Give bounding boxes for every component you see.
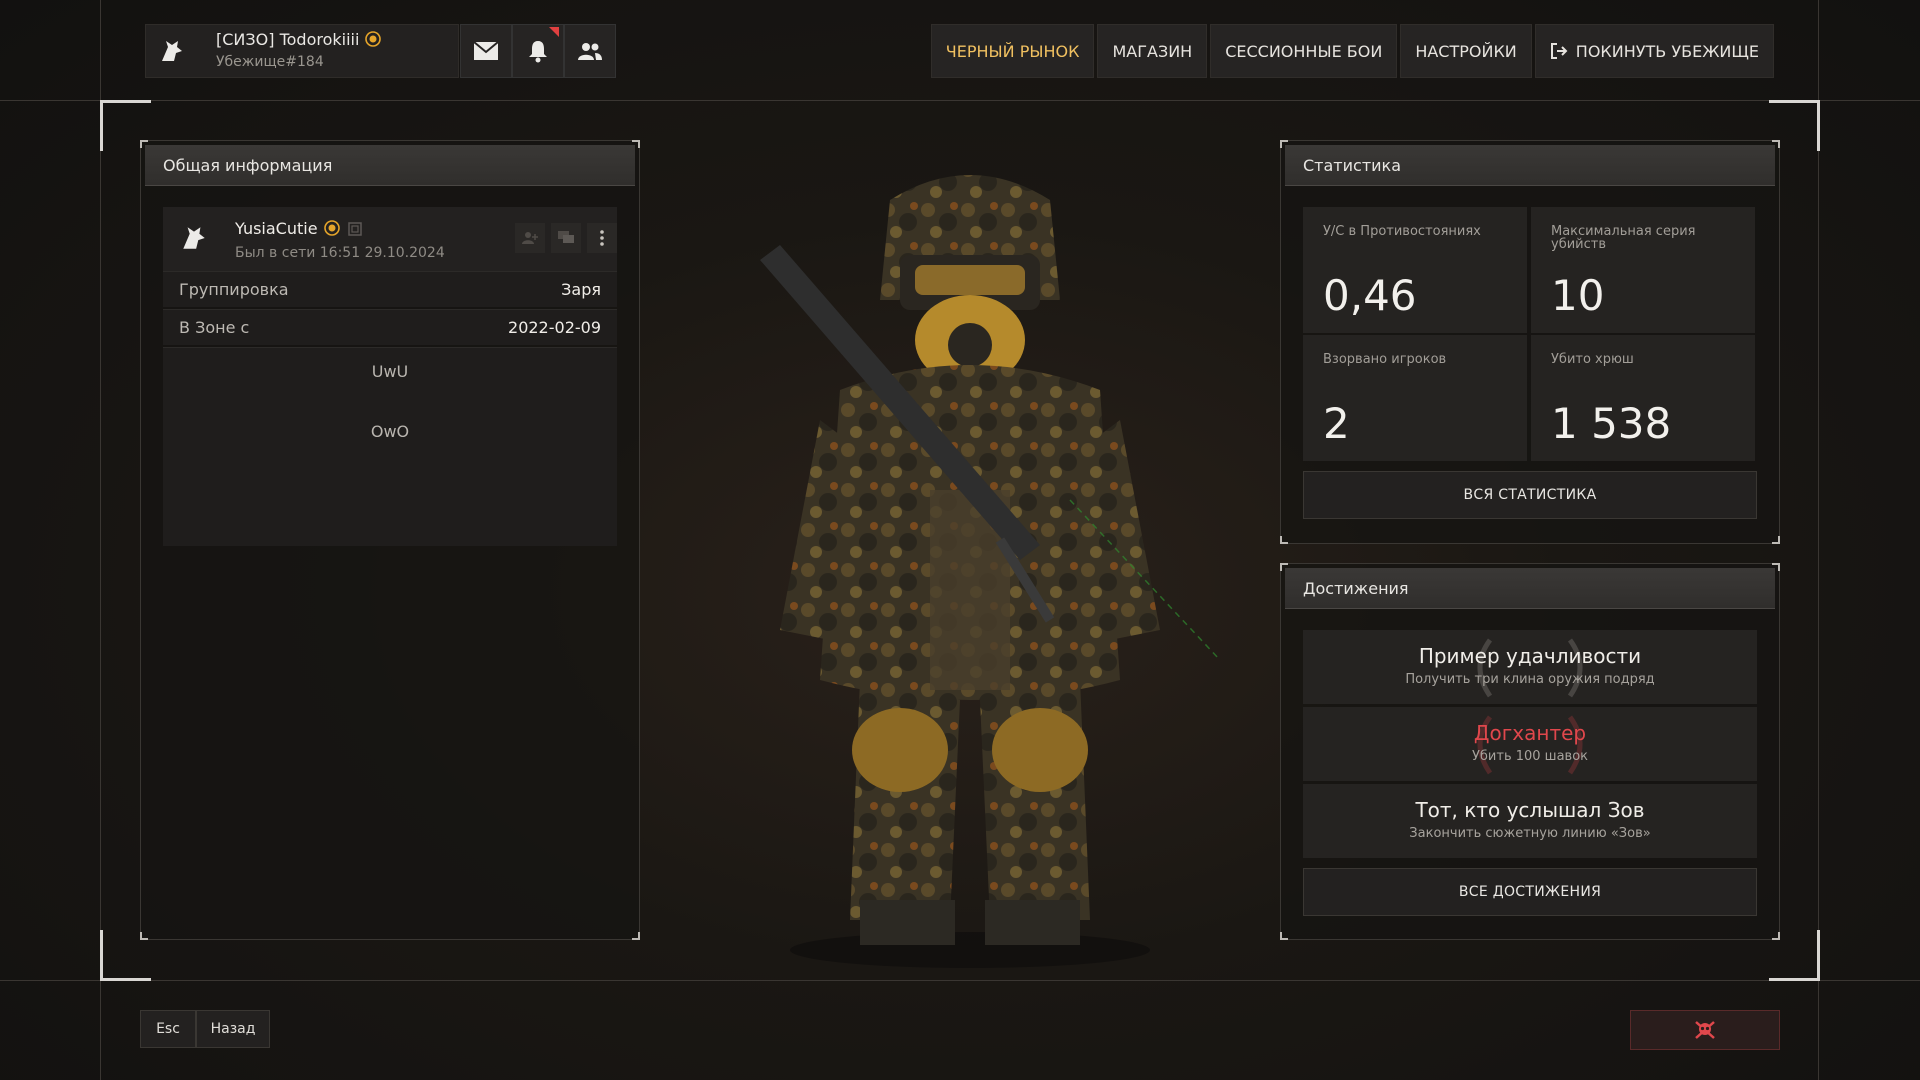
achievement-item[interactable]: Тот, кто услышал Зов Закончить сюжетную … — [1303, 784, 1757, 858]
notifications-button[interactable] — [512, 24, 564, 78]
panel-corner — [1280, 536, 1288, 544]
panel-corner — [140, 140, 148, 148]
notification-badge-icon — [549, 27, 559, 37]
panel-corner — [632, 932, 640, 940]
achievement-item[interactable]: Пример удачливости Получить три клина ор… — [1303, 630, 1757, 704]
info-row-faction: Группировка Заря — [163, 271, 617, 307]
profile-last-seen: Был в сети 16:51 29.10.2024 — [235, 245, 445, 261]
achievement-title: Догхантер — [1473, 721, 1587, 745]
stats-panel: Статистика У/С в Противостояниях 0,46 Ма… — [1280, 140, 1780, 544]
achievement-desc: Получить три клина оружия подряд — [1405, 672, 1655, 687]
panel-corner — [632, 140, 640, 148]
gold-badge-icon — [323, 220, 340, 236]
profile-card: YusiaCutie Был в сети 16:51 29.10.2024 — [163, 207, 617, 271]
main-menu: ЧЕРНЫЙ РЫНОК МАГАЗИН СЕССИОННЫЕ БОИ НАСТ… — [930, 24, 1774, 78]
panel-corner — [1772, 563, 1780, 571]
panel-corner — [140, 932, 148, 940]
stat-value: 0,46 — [1323, 271, 1417, 320]
profile-name: YusiaCutie — [235, 219, 362, 238]
wolf-logo-icon — [162, 41, 182, 61]
add-friend-button[interactable] — [515, 223, 545, 253]
exit-icon — [1550, 43, 1568, 59]
wolf-avatar-icon — [183, 227, 205, 249]
stat-kd: У/С в Противостояниях 0,46 — [1303, 207, 1527, 333]
more-options-button[interactable] — [587, 223, 617, 253]
mail-icon — [473, 41, 499, 60]
info-row-zone-since: В Зоне с 2022-02-09 — [163, 309, 617, 345]
esc-key[interactable]: Esc — [140, 1010, 196, 1048]
achievement-item[interactable]: Догхантер Убить 100 шавок — [1303, 707, 1757, 781]
stats-title: Статистика — [1285, 145, 1775, 186]
friends-button[interactable] — [564, 24, 616, 78]
bio-line: UwU — [371, 362, 409, 381]
profile-bio: UwU OwO — [163, 347, 617, 546]
menu-black-market[interactable]: ЧЕРНЫЙ РЫНОК — [930, 24, 1095, 78]
bio-line: OwO — [370, 422, 410, 441]
report-button[interactable] — [1630, 1010, 1780, 1050]
info-value: 2022-02-09 — [508, 318, 601, 337]
info-key: В Зоне с — [179, 318, 250, 337]
copy-icon[interactable] — [347, 222, 362, 236]
back-button[interactable]: Назад — [196, 1010, 270, 1048]
stat-label: Убито хрюш — [1551, 352, 1634, 367]
stat-kill-streak: Максимальная серия убийств 10 — [1531, 207, 1755, 333]
achievement-title: Пример удачливости — [1418, 644, 1642, 668]
achievements-panel: Достижения Пример удачливости Получить т… — [1280, 563, 1780, 940]
gold-badge-icon — [365, 31, 382, 47]
panel-corner — [1280, 932, 1288, 940]
achievement-title: Тот, кто услышал Зов — [1415, 798, 1645, 822]
achievement-desc: Убить 100 шавок — [1471, 749, 1589, 764]
info-value: Заря — [561, 280, 601, 299]
add-friend-icon — [522, 232, 538, 244]
stat-label: У/С в Противостояниях — [1323, 224, 1481, 239]
all-stats-button[interactable]: ВСЯ СТАТИСТИКА — [1303, 471, 1757, 519]
panel-corner — [1772, 140, 1780, 148]
stat-blown-up: Взорвано игроков 2 — [1303, 335, 1527, 461]
general-info-panel: Общая информация YusiaCutie Был в сети 1… — [140, 140, 640, 940]
panel-corner — [1280, 563, 1288, 571]
stat-pigs-killed: Убито хрюш 1 538 — [1531, 335, 1755, 461]
all-achievements-button[interactable]: ВСЕ ДОСТИЖЕНИЯ — [1303, 868, 1757, 916]
menu-settings[interactable]: НАСТРОЙКИ — [1400, 24, 1532, 78]
skull-crossbones-icon — [1695, 1021, 1715, 1039]
frame-line-bottom — [0, 980, 1920, 981]
stat-label: Максимальная серия убийств — [1551, 224, 1696, 252]
frame-line-left — [100, 0, 101, 1080]
panel-corner — [1772, 932, 1780, 940]
chat-icon — [558, 231, 574, 243]
player-info[interactable]: [СИЗО] Todorokiiii Убежище#184 — [145, 24, 459, 78]
mail-button[interactable] — [460, 24, 512, 78]
general-info-title: Общая информация — [145, 145, 635, 186]
friends-icon — [578, 43, 602, 60]
menu-leave-shelter-label: ПОКИНУТЬ УБЕЖИЩЕ — [1575, 41, 1759, 61]
menu-shop[interactable]: МАГАЗИН — [1097, 24, 1208, 78]
message-button[interactable] — [551, 223, 581, 253]
menu-session-battles[interactable]: СЕССИОННЫЕ БОИ — [1210, 24, 1398, 78]
player-subtitle: Убежище#184 — [216, 54, 324, 70]
player-name: [СИЗО] Todorokiiii — [216, 30, 382, 49]
more-dots-icon — [600, 230, 604, 246]
bell-icon — [529, 41, 547, 63]
panel-corner — [1280, 140, 1288, 148]
menu-leave-shelter[interactable]: ПОКИНУТЬ УБЕЖИЩЕ — [1534, 24, 1774, 78]
frame-line-right — [1818, 0, 1819, 1080]
character-model — [760, 175, 1220, 968]
achievements-title: Достижения — [1285, 568, 1775, 609]
stat-value: 1 538 — [1551, 399, 1672, 448]
frame-line-top — [0, 100, 1920, 101]
achievement-desc: Закончить сюжетную линию «Зов» — [1409, 826, 1651, 841]
stat-value: 2 — [1323, 399, 1350, 448]
stat-value: 10 — [1551, 271, 1605, 320]
info-key: Группировка — [179, 280, 289, 299]
panel-corner — [1772, 536, 1780, 544]
stat-label: Взорвано игроков — [1323, 352, 1447, 367]
